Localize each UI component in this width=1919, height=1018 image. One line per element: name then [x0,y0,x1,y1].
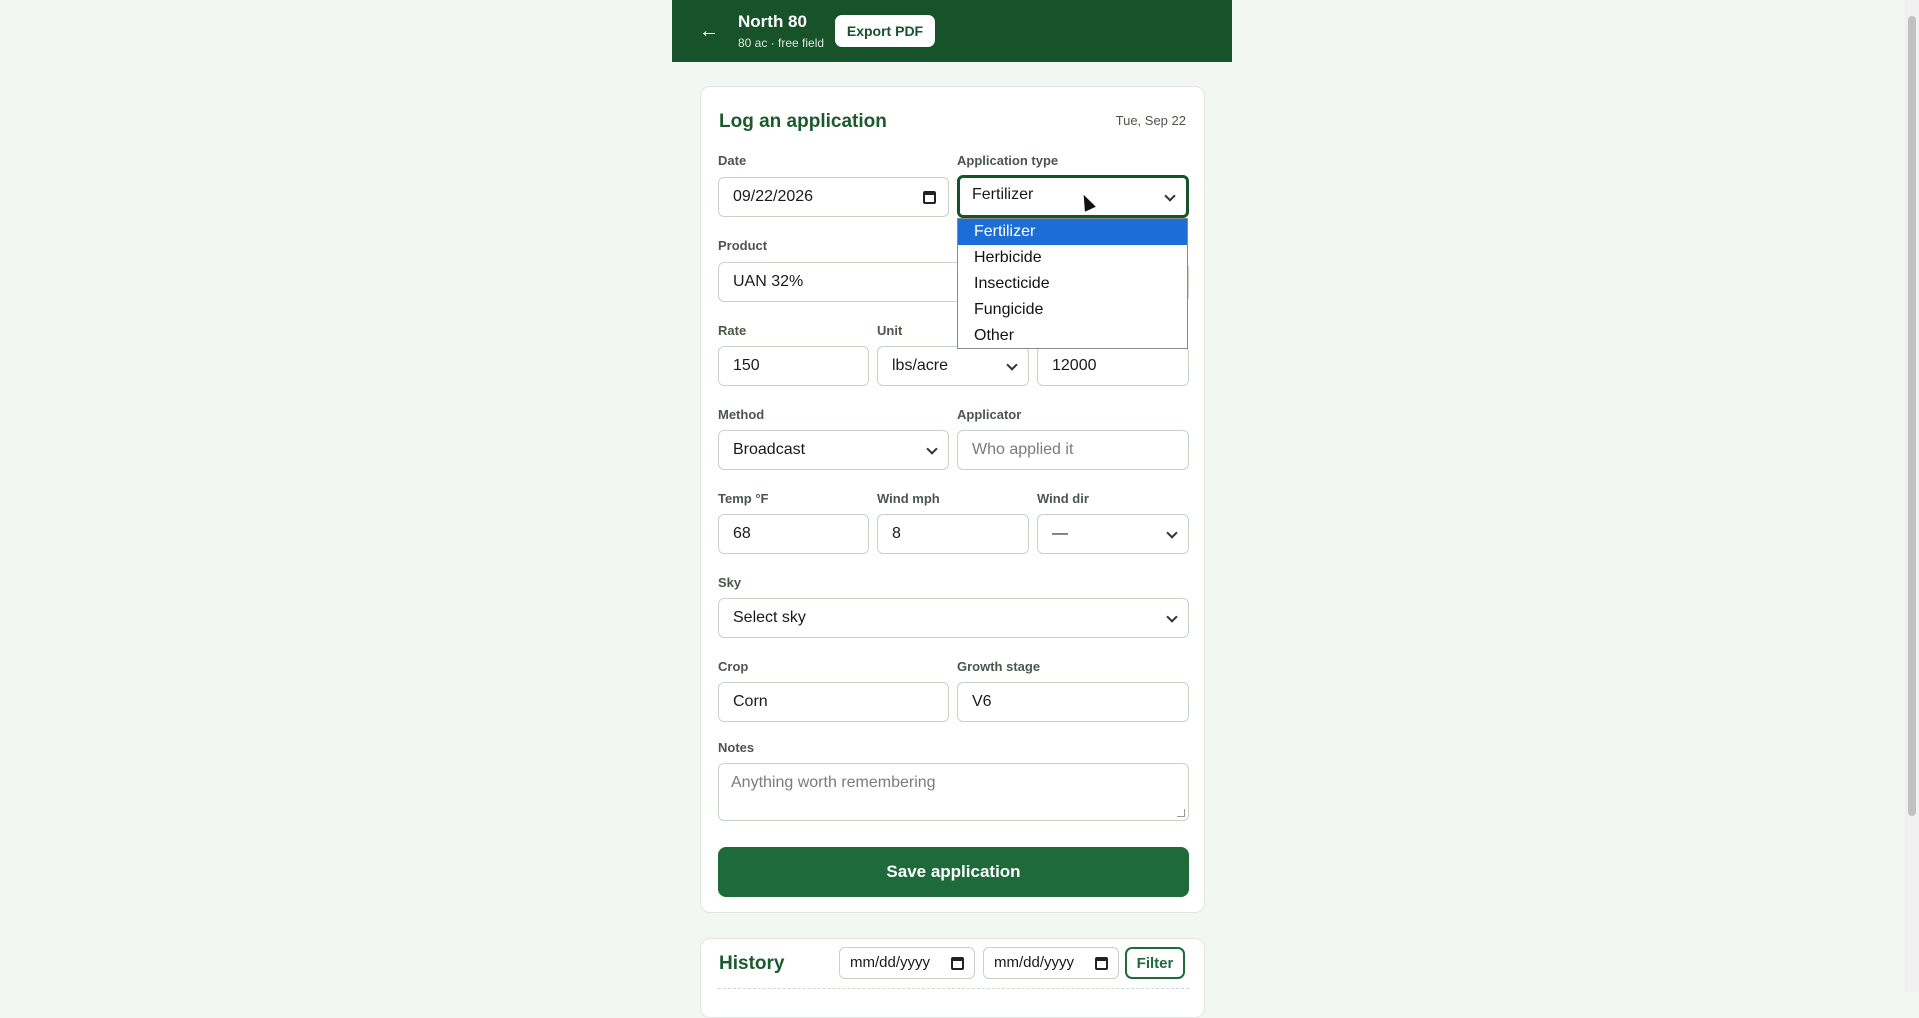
back-arrow-icon[interactable]: ← [696,18,722,44]
product-label: Product [718,238,768,253]
calendar-icon[interactable] [1095,957,1108,970]
rate-input[interactable]: 150 [718,346,869,386]
total-input[interactable]: 12000 [1037,346,1189,386]
dropdown-option[interactable]: Herbicide [958,245,1187,271]
calendar-icon[interactable] [951,957,964,970]
temp-input[interactable]: 68 [718,514,869,554]
crop-label: Crop [718,659,749,674]
application-type-label: Application type [957,153,1059,168]
log-application-card: Log an application Tue, Sep 22 Date 09/2… [700,86,1205,913]
notes-label: Notes [718,740,755,755]
field-subtitle: 80 ac · free field [738,36,825,50]
dropdown-option[interactable]: Fungicide [958,297,1187,323]
sky-select[interactable]: Select sky [718,598,1189,638]
temp-value: 68 [733,525,751,542]
export-pdf-button[interactable]: Export PDF [835,15,935,47]
method-value: Broadcast [733,441,806,458]
wind-mph-input[interactable]: 8 [877,514,1029,554]
crop-input[interactable]: Corn [718,682,949,722]
scrollbar-thumb[interactable] [1908,16,1916,816]
product-value: UAN 32% [733,273,804,290]
method-select[interactable]: Broadcast [718,430,949,470]
history-title: History [719,953,785,974]
history-to-placeholder: mm/dd/yyyy [994,954,1075,971]
unit-value: lbs/acre [892,357,949,374]
sky-label: Sky [718,575,742,590]
notes-textarea[interactable]: Anything worth remembering [718,763,1189,821]
dropdown-option[interactable]: Other [958,323,1187,349]
top-bar: ← North 80 80 ac · free field Export PDF [672,0,1232,62]
total-value: 12000 [1052,357,1097,374]
calendar-icon[interactable] [923,191,936,204]
applicator-input[interactable]: Who applied it [957,430,1189,470]
date-input[interactable]: 09/22/2026 [718,177,949,217]
filter-button[interactable]: Filter [1125,947,1185,979]
sky-value: Select sky [733,609,806,626]
history-card: History mm/dd/yyyy mm/dd/yyyy Filter [700,938,1205,1018]
unit-label: Unit [877,323,903,338]
app-container: ← North 80 80 ac · free field Export PDF… [672,0,1232,1018]
unit-select[interactable]: lbs/acre [877,346,1029,386]
wind-mph-label: Wind mph [877,491,940,506]
application-type-value: Fertilizer [972,186,1034,203]
save-application-button[interactable]: Save application [718,847,1189,897]
application-type-dropdown: Fertilizer Herbicide Insecticide Fungici… [957,218,1188,349]
history-from-placeholder: mm/dd/yyyy [850,954,931,971]
application-type-select[interactable]: Fertilizer [957,175,1189,218]
rate-label: Rate [718,323,747,338]
crop-value: Corn [733,693,768,710]
date-label: Date [718,153,747,168]
wind-dir-select[interactable]: — [1037,514,1189,554]
field-name: North 80 [738,12,807,31]
wind-mph-value: 8 [892,525,901,542]
rate-value: 150 [733,357,760,374]
form-title: Log an application [719,111,887,132]
growth-stage-label: Growth stage [957,659,1041,674]
today-date: Tue, Sep 22 [1115,113,1186,128]
date-value: 09/22/2026 [733,188,814,205]
method-label: Method [718,407,765,422]
growth-stage-value: V6 [972,693,992,710]
page-scrollbar[interactable] [1905,0,1919,992]
applicator-placeholder: Who applied it [972,441,1074,458]
resize-handle-icon[interactable] [1177,809,1185,817]
dropdown-option[interactable]: Insecticide [958,271,1187,297]
wind-dir-value: — [1052,525,1068,542]
applicator-label: Applicator [957,407,1022,422]
history-to-date-input[interactable]: mm/dd/yyyy [983,947,1119,979]
temp-label: Temp °F [718,491,769,506]
history-from-date-input[interactable]: mm/dd/yyyy [839,947,975,979]
growth-stage-input[interactable]: V6 [957,682,1189,722]
notes-placeholder: Anything worth remembering [731,774,936,791]
history-divider [718,988,1189,989]
wind-dir-label: Wind dir [1037,491,1089,506]
dropdown-option[interactable]: Fertilizer [958,219,1187,245]
